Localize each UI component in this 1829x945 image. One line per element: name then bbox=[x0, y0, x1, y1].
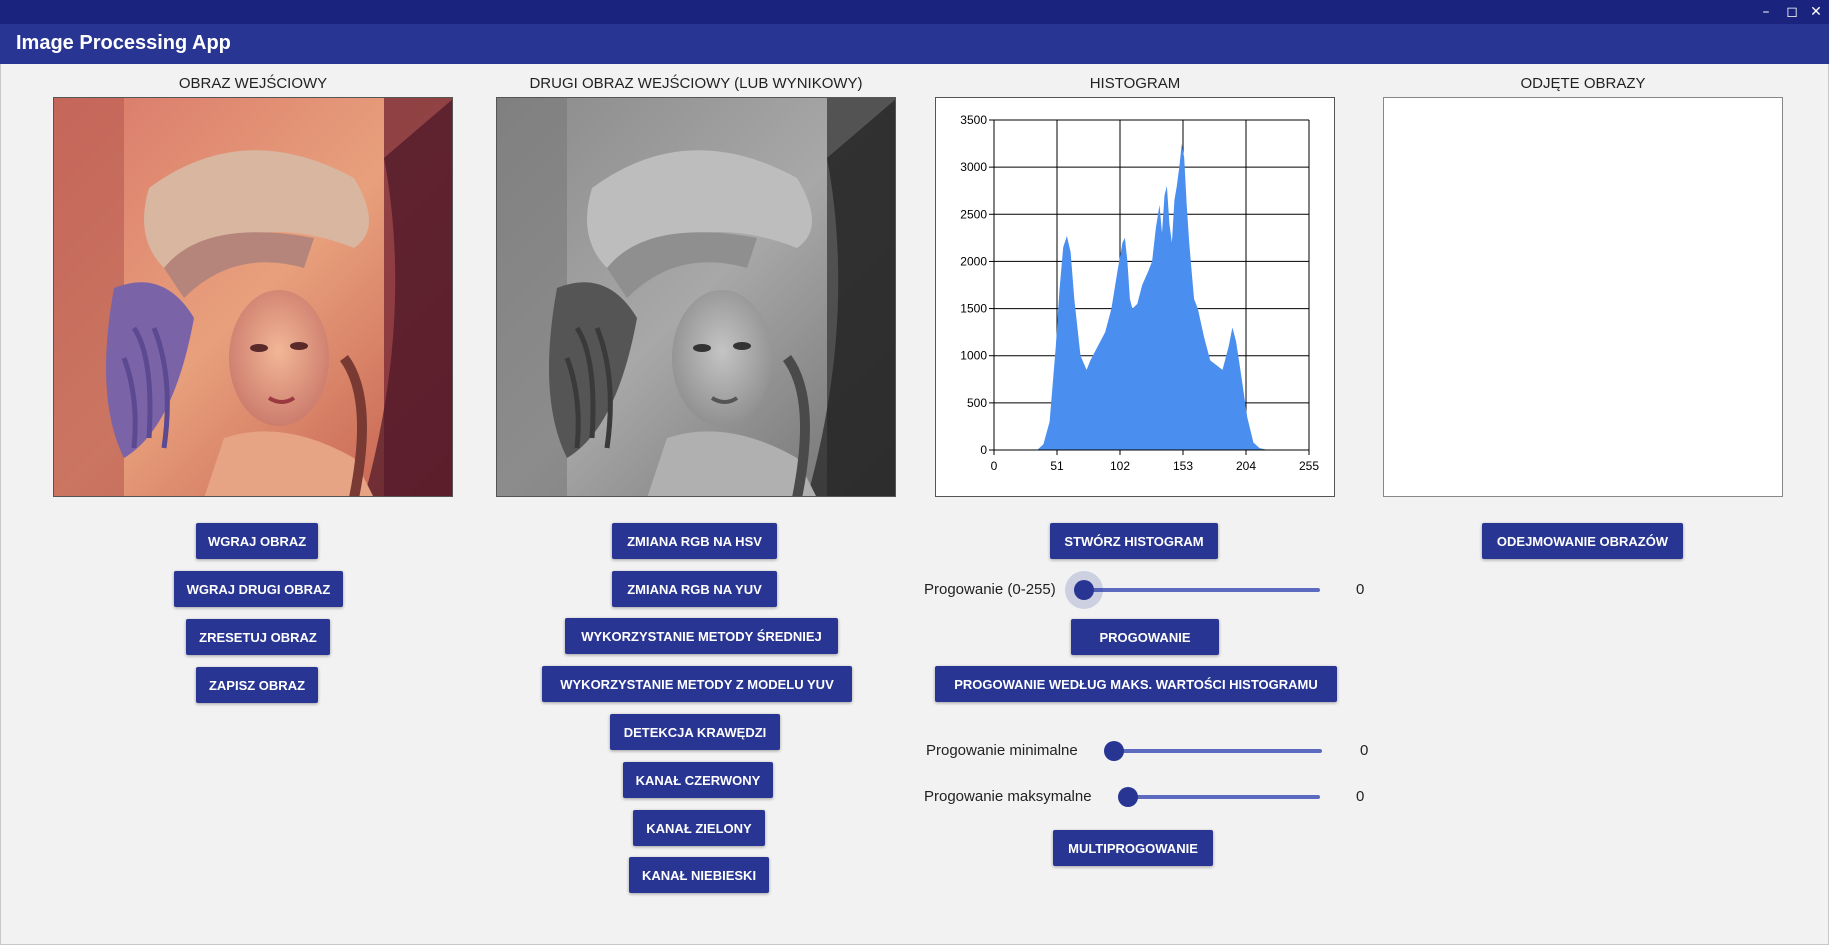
second-image-panel bbox=[496, 97, 896, 497]
input-image-panel bbox=[53, 97, 453, 497]
histogram-caption: HISTOGRAM bbox=[1089, 75, 1181, 92]
close-icon[interactable]: ✕ bbox=[1806, 2, 1826, 22]
second-image bbox=[497, 98, 895, 496]
blue-channel-button[interactable]: KANAŁ NIEBIESKI bbox=[629, 857, 769, 893]
threshold-slider-value: 0 bbox=[1356, 581, 1365, 598]
maximize-icon[interactable]: ◻ bbox=[1782, 2, 1802, 22]
yuv-method-button[interactable]: WYKORZYSTANIE METODY Z MODELU YUV bbox=[542, 666, 852, 702]
input-image-caption: OBRAZ WEJŚCIOWY bbox=[178, 75, 328, 92]
max-threshold-slider-thumb[interactable] bbox=[1118, 787, 1138, 807]
x-tick-label: 255 bbox=[1299, 459, 1319, 473]
y-tick-label: 0 bbox=[980, 443, 987, 457]
subtracted-images-panel bbox=[1383, 97, 1783, 497]
histogram-panel: 0 51 102 153 204 255 0 500 1000 1500 2000 2500 3000 3… bbox=[935, 97, 1335, 497]
min-threshold-slider-label: Progowanie minimalne bbox=[926, 742, 1078, 759]
max-threshold-slider-label: Progowanie maksymalne bbox=[924, 788, 1092, 805]
multithresholding-button[interactable]: MULTIPROGOWANIE bbox=[1053, 830, 1213, 866]
x-tick-label: 102 bbox=[1110, 459, 1130, 473]
load-second-image-button[interactable]: WGRAJ DRUGI OBRAZ bbox=[174, 571, 343, 607]
min-threshold-slider-track[interactable] bbox=[1114, 749, 1322, 753]
y-tick-label: 500 bbox=[967, 396, 987, 410]
red-channel-button[interactable]: KANAŁ CZERWONY bbox=[623, 762, 773, 798]
rgb-to-hsv-button[interactable]: ZMIANA RGB NA HSV bbox=[612, 523, 777, 559]
thresholding-button[interactable]: PROGOWANIE bbox=[1071, 619, 1219, 655]
load-image-button[interactable]: WGRAJ OBRAZ bbox=[196, 523, 318, 559]
green-channel-button[interactable]: KANAŁ ZIELONY bbox=[633, 810, 765, 846]
max-threshold-slider-value: 0 bbox=[1356, 788, 1365, 805]
create-histogram-button[interactable]: STWÓRZ HISTOGRAM bbox=[1050, 523, 1218, 559]
app-title: Image Processing App bbox=[16, 32, 231, 54]
y-tick-label: 1500 bbox=[960, 302, 987, 316]
histogram-area bbox=[1037, 143, 1272, 450]
y-tick-label: 3000 bbox=[960, 160, 987, 174]
minimize-icon[interactable]: – bbox=[1756, 2, 1776, 22]
x-tick-label: 204 bbox=[1236, 459, 1256, 473]
app-bar: Image Processing App bbox=[0, 24, 1829, 64]
window-top-strip bbox=[0, 0, 1829, 24]
subtract-images-button[interactable]: ODEJMOWANIE OBRAZÓW bbox=[1482, 523, 1683, 559]
y-tick-label: 2000 bbox=[960, 254, 987, 268]
input-image bbox=[54, 98, 452, 496]
threshold-by-histogram-max-button[interactable]: PROGOWANIE WEDŁUG MAKS. WARTOŚCI HISTOGR… bbox=[935, 666, 1337, 702]
reset-image-button[interactable]: ZRESETUJ OBRAZ bbox=[186, 619, 330, 655]
x-tick-label: 153 bbox=[1173, 459, 1193, 473]
x-tick-label: 51 bbox=[1050, 459, 1064, 473]
max-threshold-slider-track[interactable] bbox=[1128, 795, 1320, 799]
y-tick-label: 1000 bbox=[960, 349, 987, 363]
threshold-slider-label: Progowanie (0-255) bbox=[924, 581, 1056, 598]
x-tick-label: 0 bbox=[991, 459, 998, 473]
subtracted-images-caption: ODJĘTE OBRAZY bbox=[1520, 75, 1646, 92]
threshold-slider-track[interactable] bbox=[1084, 588, 1320, 592]
min-threshold-slider-value: 0 bbox=[1360, 742, 1369, 759]
y-tick-label: 3500 bbox=[960, 113, 987, 127]
edge-detection-button[interactable]: DETEKCJA KRAWĘDZI bbox=[610, 714, 780, 750]
save-image-button[interactable]: ZAPISZ OBRAZ bbox=[196, 667, 318, 703]
min-threshold-slider-thumb[interactable] bbox=[1104, 741, 1124, 761]
histogram-chart: 0 51 102 153 204 255 0 500 1000 1500 2000 2500 3000 3… bbox=[960, 113, 1319, 473]
mean-method-button[interactable]: WYKORZYSTANIE METODY ŚREDNIEJ bbox=[565, 618, 838, 654]
y-tick-label: 2500 bbox=[960, 207, 987, 221]
second-image-caption: DRUGI OBRAZ WEJŚCIOWY (LUB WYNIKOWY) bbox=[529, 75, 863, 92]
threshold-slider-thumb[interactable] bbox=[1074, 580, 1094, 600]
rgb-to-yuv-button[interactable]: ZMIANA RGB NA YUV bbox=[612, 571, 777, 607]
